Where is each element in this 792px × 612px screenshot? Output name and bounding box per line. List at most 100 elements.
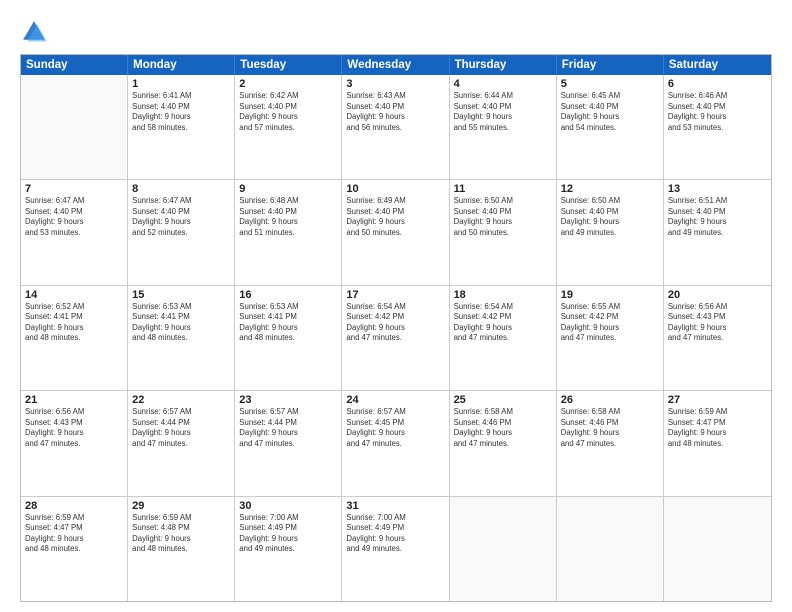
day-info: Sunrise: 6:47 AM Sunset: 4:40 PM Dayligh… <box>25 196 123 238</box>
calendar-week-1: 1Sunrise: 6:41 AM Sunset: 4:40 PM Daylig… <box>21 75 771 179</box>
calendar-header-row: SundayMondayTuesdayWednesdayThursdayFrid… <box>21 55 771 75</box>
day-info: Sunrise: 6:41 AM Sunset: 4:40 PM Dayligh… <box>132 91 230 133</box>
calendar-cell: 8Sunrise: 6:47 AM Sunset: 4:40 PM Daylig… <box>128 180 235 284</box>
day-number: 6 <box>668 78 767 90</box>
page: SundayMondayTuesdayWednesdayThursdayFrid… <box>0 0 792 612</box>
calendar-cell: 31Sunrise: 7:00 AM Sunset: 4:49 PM Dayli… <box>342 497 449 601</box>
day-info: Sunrise: 6:54 AM Sunset: 4:42 PM Dayligh… <box>346 302 444 344</box>
calendar-header-saturday: Saturday <box>664 55 771 75</box>
day-info: Sunrise: 6:51 AM Sunset: 4:40 PM Dayligh… <box>668 196 767 238</box>
calendar-cell: 16Sunrise: 6:53 AM Sunset: 4:41 PM Dayli… <box>235 286 342 390</box>
day-number: 2 <box>239 78 337 90</box>
calendar-cell: 2Sunrise: 6:42 AM Sunset: 4:40 PM Daylig… <box>235 75 342 179</box>
day-info: Sunrise: 6:53 AM Sunset: 4:41 PM Dayligh… <box>132 302 230 344</box>
day-info: Sunrise: 6:56 AM Sunset: 4:43 PM Dayligh… <box>668 302 767 344</box>
day-number: 15 <box>132 289 230 301</box>
day-info: Sunrise: 6:45 AM Sunset: 4:40 PM Dayligh… <box>561 91 659 133</box>
calendar-cell <box>557 497 664 601</box>
day-number: 27 <box>668 394 767 406</box>
calendar-cell: 22Sunrise: 6:57 AM Sunset: 4:44 PM Dayli… <box>128 391 235 495</box>
day-info: Sunrise: 6:54 AM Sunset: 4:42 PM Dayligh… <box>454 302 552 344</box>
calendar-cell: 28Sunrise: 6:59 AM Sunset: 4:47 PM Dayli… <box>21 497 128 601</box>
calendar-cell: 10Sunrise: 6:49 AM Sunset: 4:40 PM Dayli… <box>342 180 449 284</box>
calendar-cell: 11Sunrise: 6:50 AM Sunset: 4:40 PM Dayli… <box>450 180 557 284</box>
header <box>20 18 772 46</box>
day-info: Sunrise: 7:00 AM Sunset: 4:49 PM Dayligh… <box>239 513 337 555</box>
day-info: Sunrise: 6:59 AM Sunset: 4:47 PM Dayligh… <box>25 513 123 555</box>
calendar-cell <box>664 497 771 601</box>
calendar-header-monday: Monday <box>128 55 235 75</box>
logo-icon <box>20 18 48 46</box>
day-number: 23 <box>239 394 337 406</box>
calendar-cell: 5Sunrise: 6:45 AM Sunset: 4:40 PM Daylig… <box>557 75 664 179</box>
day-info: Sunrise: 6:59 AM Sunset: 4:47 PM Dayligh… <box>668 407 767 449</box>
day-info: Sunrise: 6:48 AM Sunset: 4:40 PM Dayligh… <box>239 196 337 238</box>
day-number: 26 <box>561 394 659 406</box>
calendar: SundayMondayTuesdayWednesdayThursdayFrid… <box>20 54 772 602</box>
day-info: Sunrise: 6:42 AM Sunset: 4:40 PM Dayligh… <box>239 91 337 133</box>
day-number: 30 <box>239 500 337 512</box>
day-info: Sunrise: 6:52 AM Sunset: 4:41 PM Dayligh… <box>25 302 123 344</box>
calendar-cell: 18Sunrise: 6:54 AM Sunset: 4:42 PM Dayli… <box>450 286 557 390</box>
day-number: 25 <box>454 394 552 406</box>
day-number: 9 <box>239 183 337 195</box>
day-info: Sunrise: 6:53 AM Sunset: 4:41 PM Dayligh… <box>239 302 337 344</box>
calendar-cell: 25Sunrise: 6:58 AM Sunset: 4:46 PM Dayli… <box>450 391 557 495</box>
day-number: 17 <box>346 289 444 301</box>
calendar-header-wednesday: Wednesday <box>342 55 449 75</box>
day-number: 5 <box>561 78 659 90</box>
calendar-cell: 4Sunrise: 6:44 AM Sunset: 4:40 PM Daylig… <box>450 75 557 179</box>
day-number: 28 <box>25 500 123 512</box>
calendar-body: 1Sunrise: 6:41 AM Sunset: 4:40 PM Daylig… <box>21 75 771 601</box>
day-info: Sunrise: 6:46 AM Sunset: 4:40 PM Dayligh… <box>668 91 767 133</box>
day-info: Sunrise: 6:50 AM Sunset: 4:40 PM Dayligh… <box>454 196 552 238</box>
logo <box>20 18 52 46</box>
calendar-cell: 15Sunrise: 6:53 AM Sunset: 4:41 PM Dayli… <box>128 286 235 390</box>
day-info: Sunrise: 6:47 AM Sunset: 4:40 PM Dayligh… <box>132 196 230 238</box>
calendar-header-thursday: Thursday <box>450 55 557 75</box>
calendar-week-2: 7Sunrise: 6:47 AM Sunset: 4:40 PM Daylig… <box>21 179 771 284</box>
calendar-cell: 12Sunrise: 6:50 AM Sunset: 4:40 PM Dayli… <box>557 180 664 284</box>
calendar-cell: 30Sunrise: 7:00 AM Sunset: 4:49 PM Dayli… <box>235 497 342 601</box>
day-number: 8 <box>132 183 230 195</box>
calendar-cell: 9Sunrise: 6:48 AM Sunset: 4:40 PM Daylig… <box>235 180 342 284</box>
day-number: 21 <box>25 394 123 406</box>
calendar-cell: 19Sunrise: 6:55 AM Sunset: 4:42 PM Dayli… <box>557 286 664 390</box>
day-number: 1 <box>132 78 230 90</box>
calendar-header-friday: Friday <box>557 55 664 75</box>
day-number: 14 <box>25 289 123 301</box>
day-info: Sunrise: 6:58 AM Sunset: 4:46 PM Dayligh… <box>561 407 659 449</box>
calendar-cell: 23Sunrise: 6:57 AM Sunset: 4:44 PM Dayli… <box>235 391 342 495</box>
day-number: 16 <box>239 289 337 301</box>
calendar-cell: 1Sunrise: 6:41 AM Sunset: 4:40 PM Daylig… <box>128 75 235 179</box>
calendar-header-tuesday: Tuesday <box>235 55 342 75</box>
day-number: 13 <box>668 183 767 195</box>
day-number: 19 <box>561 289 659 301</box>
day-info: Sunrise: 6:57 AM Sunset: 4:44 PM Dayligh… <box>132 407 230 449</box>
day-info: Sunrise: 6:58 AM Sunset: 4:46 PM Dayligh… <box>454 407 552 449</box>
calendar-cell: 3Sunrise: 6:43 AM Sunset: 4:40 PM Daylig… <box>342 75 449 179</box>
calendar-cell: 27Sunrise: 6:59 AM Sunset: 4:47 PM Dayli… <box>664 391 771 495</box>
calendar-cell <box>21 75 128 179</box>
calendar-cell: 14Sunrise: 6:52 AM Sunset: 4:41 PM Dayli… <box>21 286 128 390</box>
day-info: Sunrise: 6:44 AM Sunset: 4:40 PM Dayligh… <box>454 91 552 133</box>
day-number: 20 <box>668 289 767 301</box>
day-number: 11 <box>454 183 552 195</box>
day-info: Sunrise: 7:00 AM Sunset: 4:49 PM Dayligh… <box>346 513 444 555</box>
calendar-cell: 29Sunrise: 6:59 AM Sunset: 4:48 PM Dayli… <box>128 497 235 601</box>
day-info: Sunrise: 6:56 AM Sunset: 4:43 PM Dayligh… <box>25 407 123 449</box>
calendar-cell: 13Sunrise: 6:51 AM Sunset: 4:40 PM Dayli… <box>664 180 771 284</box>
day-number: 29 <box>132 500 230 512</box>
calendar-cell: 6Sunrise: 6:46 AM Sunset: 4:40 PM Daylig… <box>664 75 771 179</box>
day-number: 12 <box>561 183 659 195</box>
calendar-cell: 7Sunrise: 6:47 AM Sunset: 4:40 PM Daylig… <box>21 180 128 284</box>
calendar-header-sunday: Sunday <box>21 55 128 75</box>
calendar-cell: 20Sunrise: 6:56 AM Sunset: 4:43 PM Dayli… <box>664 286 771 390</box>
day-number: 18 <box>454 289 552 301</box>
calendar-cell: 26Sunrise: 6:58 AM Sunset: 4:46 PM Dayli… <box>557 391 664 495</box>
calendar-week-4: 21Sunrise: 6:56 AM Sunset: 4:43 PM Dayli… <box>21 390 771 495</box>
calendar-week-5: 28Sunrise: 6:59 AM Sunset: 4:47 PM Dayli… <box>21 496 771 601</box>
day-info: Sunrise: 6:59 AM Sunset: 4:48 PM Dayligh… <box>132 513 230 555</box>
calendar-cell: 17Sunrise: 6:54 AM Sunset: 4:42 PM Dayli… <box>342 286 449 390</box>
day-info: Sunrise: 6:43 AM Sunset: 4:40 PM Dayligh… <box>346 91 444 133</box>
